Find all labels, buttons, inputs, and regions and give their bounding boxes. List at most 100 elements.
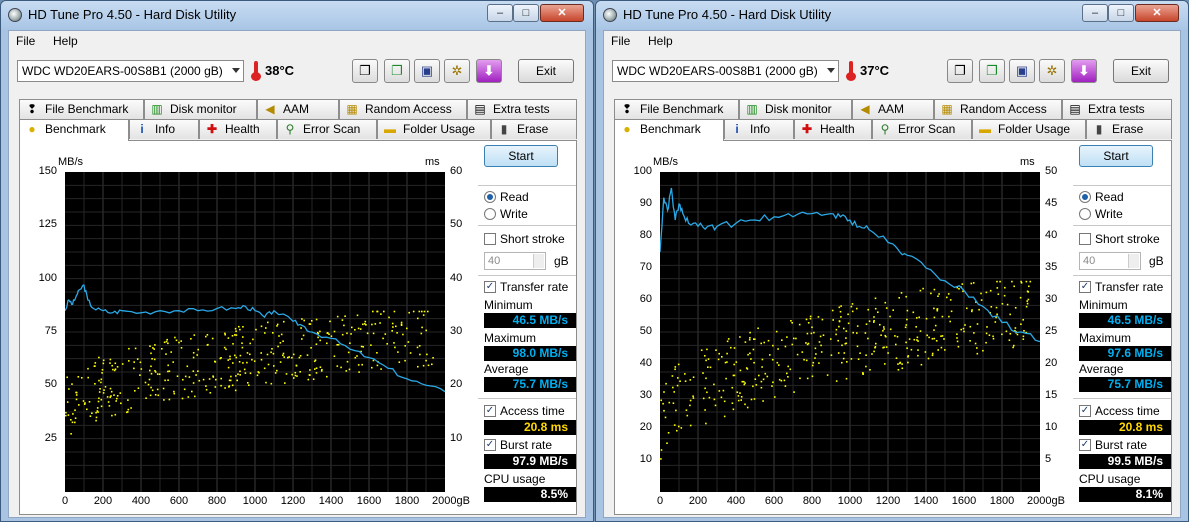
title-bar[interactable]: HD Tune Pro 4.50 - Hard Disk Utility ‒ □… — [1, 1, 593, 29]
tab-disk-monitor[interactable]: ▥ Disk monitor — [739, 99, 852, 119]
access-time-point — [727, 338, 730, 340]
access-time-checkbox[interactable]: ✓ — [1079, 405, 1091, 417]
menu-file[interactable]: File — [611, 34, 630, 48]
tab-disk-monitor[interactable]: ▥ Disk monitor — [144, 99, 257, 119]
options-button[interactable]: ✲ — [444, 59, 470, 83]
tab-benchmark[interactable]: ● Benchmark — [19, 119, 129, 141]
access-time-point — [726, 340, 729, 343]
extra-tests-icon: ▤ — [1069, 102, 1081, 116]
tab-benchmark[interactable]: ● Benchmark — [614, 119, 724, 141]
tab-extra-tests[interactable]: ▤ Extra tests — [1062, 99, 1172, 119]
spin-down-icon[interactable] — [1128, 261, 1139, 268]
menu-file[interactable]: File — [16, 34, 35, 48]
access-time-point — [918, 316, 920, 319]
menu-help[interactable]: Help — [648, 34, 673, 48]
access-time-point — [868, 320, 871, 322]
access-time-point — [735, 361, 738, 363]
short-stroke-checkbox[interactable] — [1079, 233, 1091, 245]
access-time-point — [288, 356, 290, 358]
menu-help[interactable]: Help — [53, 34, 78, 48]
start-button[interactable]: Start — [484, 145, 558, 167]
write-radio[interactable] — [1079, 208, 1091, 220]
access-time-point — [147, 383, 150, 386]
start-button[interactable]: Start — [1079, 145, 1153, 167]
close-button[interactable]: ✕ — [1135, 4, 1179, 22]
tab-erase[interactable]: ▮ Erase — [1086, 119, 1172, 139]
access-time-point — [315, 372, 318, 374]
copy-info-button[interactable]: ❐ — [947, 59, 973, 83]
y-tick-label: 80 — [639, 229, 652, 241]
tab-aam[interactable]: ◀ AAM — [852, 99, 934, 119]
access-time-point — [211, 337, 214, 340]
options-button[interactable]: ✲ — [1039, 59, 1065, 83]
access-time-checkbox[interactable]: ✓ — [484, 405, 496, 417]
access-time-point — [360, 345, 363, 348]
access-time-point — [356, 314, 359, 317]
spin-up-icon[interactable] — [533, 254, 544, 261]
burst-rate-checkbox[interactable]: ✓ — [484, 439, 496, 451]
copy-screenshot-button[interactable]: ❐ — [384, 59, 410, 83]
access-time-point — [673, 424, 676, 426]
transfer-rate-checkbox[interactable]: ✓ — [484, 281, 496, 293]
close-button[interactable]: ✕ — [540, 4, 584, 22]
short-stroke-spinner[interactable]: 40 — [1079, 252, 1141, 270]
tab-file-benchmark[interactable]: ❢ File Benchmark — [19, 99, 144, 119]
drive-select[interactable]: WDC WD20EARS-00S8B1 (2000 gB) — [17, 60, 244, 82]
minimize-button[interactable]: ‒ — [1082, 4, 1108, 22]
access-time-point — [149, 345, 151, 347]
access-time-point — [337, 343, 340, 346]
copy-screenshot-button[interactable]: ❐ — [979, 59, 1005, 83]
access-time-point — [837, 352, 840, 354]
copy-info-button[interactable]: ❐ — [352, 59, 378, 83]
maximize-button[interactable]: □ — [1108, 4, 1134, 22]
read-radio[interactable] — [1079, 191, 1091, 203]
read-radio[interactable] — [484, 191, 496, 203]
burst-rate-checkbox[interactable]: ✓ — [1079, 439, 1091, 451]
access-time-point — [113, 369, 116, 372]
title-bar[interactable]: HD Tune Pro 4.50 - Hard Disk Utility ‒ □… — [596, 1, 1188, 29]
maximize-button[interactable]: □ — [513, 4, 539, 22]
write-radio[interactable] — [484, 208, 496, 220]
short-stroke-checkbox[interactable] — [484, 233, 496, 245]
access-time-point — [1022, 335, 1025, 338]
save-button[interactable]: ▣ — [1009, 59, 1035, 83]
exit-button[interactable]: Exit — [518, 59, 574, 83]
tab-error-scan[interactable]: ⚲ Error Scan — [872, 119, 972, 139]
download-button[interactable]: ⬇ — [476, 59, 502, 83]
transfer-rate-checkbox[interactable]: ✓ — [1079, 281, 1091, 293]
access-time-point — [777, 348, 779, 350]
access-time-point — [227, 337, 230, 339]
short-stroke-spinner[interactable]: 40 — [484, 252, 546, 270]
access-time-point — [899, 361, 902, 364]
download-button[interactable]: ⬇ — [1071, 59, 1097, 83]
access-time-point — [425, 359, 427, 362]
short-stroke-unit: gB — [554, 254, 569, 268]
save-button[interactable]: ▣ — [414, 59, 440, 83]
tab-folder-usage[interactable]: ▬ Folder Usage — [377, 119, 491, 139]
access-time-point — [775, 330, 778, 333]
tab-aam[interactable]: ◀ AAM — [257, 99, 339, 119]
spin-down-icon[interactable] — [533, 261, 544, 268]
tab-random-access[interactable]: ▦ Random Access — [934, 99, 1062, 119]
access-time-point — [241, 346, 244, 349]
exit-button[interactable]: Exit — [1113, 59, 1169, 83]
tab-info[interactable]: i Info — [724, 119, 794, 139]
access-time-point — [926, 334, 928, 337]
tab-health[interactable]: ✚ Health — [199, 119, 277, 139]
access-time-point — [1012, 346, 1014, 349]
access-time-point — [820, 344, 822, 347]
access-time-point — [66, 401, 69, 403]
tab-random-access[interactable]: ▦ Random Access — [339, 99, 467, 119]
tab-health[interactable]: ✚ Health — [794, 119, 872, 139]
spin-up-icon[interactable] — [1128, 254, 1139, 261]
drive-select[interactable]: WDC WD20EARS-00S8B1 (2000 gB) — [612, 60, 839, 82]
tab-error-scan[interactable]: ⚲ Error Scan — [277, 119, 377, 139]
tab-file-benchmark[interactable]: ❢ File Benchmark — [614, 99, 739, 119]
tab-info[interactable]: i Info — [129, 119, 199, 139]
tab-erase[interactable]: ▮ Erase — [491, 119, 577, 139]
tab-extra-tests[interactable]: ▤ Extra tests — [467, 99, 577, 119]
access-time-point — [973, 332, 975, 334]
minimize-button[interactable]: ‒ — [487, 4, 513, 22]
access-time-point — [705, 377, 707, 380]
tab-folder-usage[interactable]: ▬ Folder Usage — [972, 119, 1086, 139]
